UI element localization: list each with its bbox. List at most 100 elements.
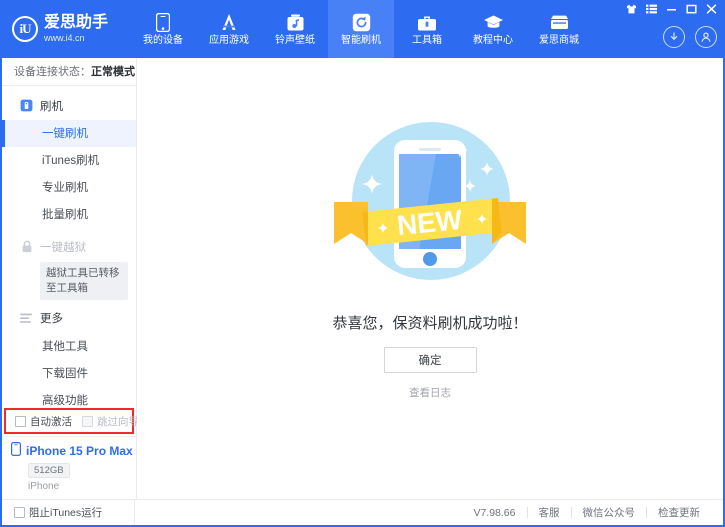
status-bar-left: 阻止iTunes运行	[2, 500, 135, 525]
content-panel: NEW 恭喜您，保资料刷机成功啦！ 确定 查看日志	[137, 58, 723, 499]
window-controls	[621, 0, 721, 18]
status-bar: 阻止iTunes运行 V7.98.66 客服 微信公众号 检查更新	[2, 499, 723, 525]
phone-small-icon	[11, 442, 22, 459]
nav-label: 我的设备	[143, 34, 183, 46]
sidebar-group-label: 刷机	[40, 100, 63, 113]
wechat-link[interactable]: 微信公众号	[572, 505, 647, 520]
sidebar-bottom: 自动激活 跳过向导 iPhone 15 Pro Max 512GB iPhone	[2, 408, 139, 499]
device-name-row: iPhone 15 Pro Max	[11, 442, 136, 459]
version-label: V7.98.66	[473, 506, 516, 519]
nav-label: 工具箱	[412, 34, 442, 46]
illustration-phone-home-button	[423, 252, 437, 266]
checkbox-box	[82, 415, 93, 427]
sidebar-item-download-firmware[interactable]: 下载固件	[2, 359, 136, 386]
list-icon	[20, 312, 33, 325]
logo-mark-icon: iU	[12, 16, 38, 42]
store-icon	[548, 13, 570, 33]
sidebar-menu: 刷机 一键刷机 iTunes刷机 专业刷机 批量刷机 一键越狱 越狱工具已转移至…	[2, 86, 136, 408]
sparkle-icon	[452, 142, 468, 158]
minimize-icon[interactable]	[661, 0, 681, 18]
toolbox-icon	[416, 13, 438, 33]
brand-url: www.i4.cn	[44, 33, 85, 43]
menu-icon[interactable]	[641, 0, 661, 18]
flash-options-row: 自动激活 跳过向导	[4, 408, 139, 434]
nav-item-smart-flash[interactable]: 智能刷机	[328, 0, 394, 58]
sidebar-item-one-click-flash[interactable]: 一键刷机	[2, 119, 136, 147]
connection-status-label: 设备连接状态：	[14, 66, 91, 79]
check-update-link[interactable]: 检查更新	[647, 505, 711, 520]
sidebar-item-itunes-flash[interactable]: iTunes刷机	[2, 147, 136, 174]
sidebar-item-label: 下载固件	[42, 367, 88, 380]
music-box-icon	[284, 13, 306, 33]
checkbox-label: 跳过向导	[97, 415, 139, 428]
nav-label: 应用游戏	[209, 34, 249, 46]
checkbox-label: 阻止iTunes运行	[29, 507, 103, 519]
sidebar-item-label: 专业刷机	[42, 182, 88, 195]
sidebar-item-label: 其他工具	[42, 340, 88, 353]
illustration-phone-speaker	[419, 148, 441, 151]
sidebar-group-label: 更多	[40, 313, 63, 326]
sparkle-icon	[480, 162, 494, 176]
brand-logo[interactable]: iU 爱思助手 www.i4.cn	[0, 0, 130, 58]
nav-label: 教程中心	[473, 34, 513, 46]
sidebar-item-advanced[interactable]: 高级功能	[2, 386, 136, 408]
nav-item-tutorials[interactable]: 教程中心	[460, 0, 526, 58]
new-ribbon: NEW	[334, 198, 526, 246]
checkbox-auto-activate[interactable]: 自动激活	[15, 414, 72, 429]
appstore-icon	[218, 13, 240, 33]
view-log-link[interactable]: 查看日志	[409, 385, 451, 400]
connection-status: 设备连接状态： 正常模式	[2, 58, 136, 86]
device-capacity: 512GB	[28, 463, 70, 478]
top-right-actions	[663, 26, 717, 48]
checkbox-box	[15, 415, 26, 427]
device-type: iPhone	[28, 481, 60, 492]
download-icon[interactable]	[663, 26, 685, 48]
checkbox-skip-wizard: 跳过向导	[82, 414, 139, 429]
checkbox-block-itunes[interactable]: 阻止iTunes运行	[14, 505, 102, 520]
sidebar-item-label: 一键刷机	[42, 128, 88, 141]
support-link[interactable]: 客服	[528, 505, 571, 520]
ribbon-text: NEW	[396, 204, 465, 241]
lock-icon	[20, 240, 33, 253]
checkbox-box	[14, 507, 25, 518]
status-bar-right: V7.98.66 客服 微信公众号 检查更新	[462, 505, 723, 520]
flash-icon	[20, 99, 33, 112]
confirm-button[interactable]: 确定	[383, 347, 477, 373]
connected-device[interactable]: iPhone 15 Pro Max 512GB iPhone	[2, 436, 136, 499]
sidebar: 设备连接状态： 正常模式 刷机 一键刷机 iTunes刷机 专业刷机 批量刷机 …	[2, 58, 139, 499]
device-name: iPhone 15 Pro Max	[26, 443, 133, 458]
sparkle-icon	[362, 174, 382, 194]
phone-icon	[152, 13, 174, 33]
top-navigation-bar: iU 爱思助手 www.i4.cn 我的设备 应用游戏 铃声壁纸 智能刷机 工具…	[0, 0, 725, 58]
sidebar-group-label: 一键越狱	[40, 241, 86, 254]
nav-item-ringtones-wallpapers[interactable]: 铃声壁纸	[262, 0, 328, 58]
maximize-icon[interactable]	[681, 0, 701, 18]
sidebar-group-flash[interactable]: 刷机	[2, 92, 136, 120]
nav-item-toolbox[interactable]: 工具箱	[394, 0, 460, 58]
graduation-cap-icon	[482, 13, 504, 33]
skin-icon[interactable]	[621, 0, 641, 18]
nav-item-store[interactable]: 爱思商城	[526, 0, 592, 58]
sidebar-item-batch-flash[interactable]: 批量刷机	[2, 201, 136, 228]
refresh-icon	[350, 13, 372, 33]
sidebar-item-pro-flash[interactable]: 专业刷机	[2, 174, 136, 201]
sparkle-icon	[464, 180, 476, 192]
sidebar-item-other-tools[interactable]: 其他工具	[2, 332, 136, 359]
application-window: iU 爱思助手 www.i4.cn 我的设备 应用游戏 铃声壁纸 智能刷机 工具…	[0, 0, 725, 527]
sidebar-item-label: iTunes刷机	[42, 155, 100, 168]
nav-label: 铃声壁纸	[275, 34, 315, 46]
jailbreak-tooltip: 越狱工具已转移至工具箱	[40, 261, 128, 301]
logo-text: 爱思助手 www.i4.cn	[44, 15, 108, 43]
nav-item-my-device[interactable]: 我的设备	[130, 0, 196, 58]
sidebar-item-label: 高级功能	[42, 394, 88, 407]
account-icon[interactable]	[695, 26, 717, 48]
sidebar-group-more[interactable]: 更多	[2, 304, 136, 332]
sidebar-group-jailbreak: 一键越狱	[2, 233, 136, 261]
success-message: 恭喜您，保资料刷机成功啦！	[332, 315, 528, 332]
nav-label: 智能刷机	[341, 34, 381, 46]
nav-item-apps-games[interactable]: 应用游戏	[196, 0, 262, 58]
nav-label: 爱思商城	[539, 34, 579, 46]
checkbox-label: 自动激活	[30, 415, 72, 428]
close-icon[interactable]	[701, 0, 721, 18]
brand-name: 爱思助手	[44, 14, 109, 31]
